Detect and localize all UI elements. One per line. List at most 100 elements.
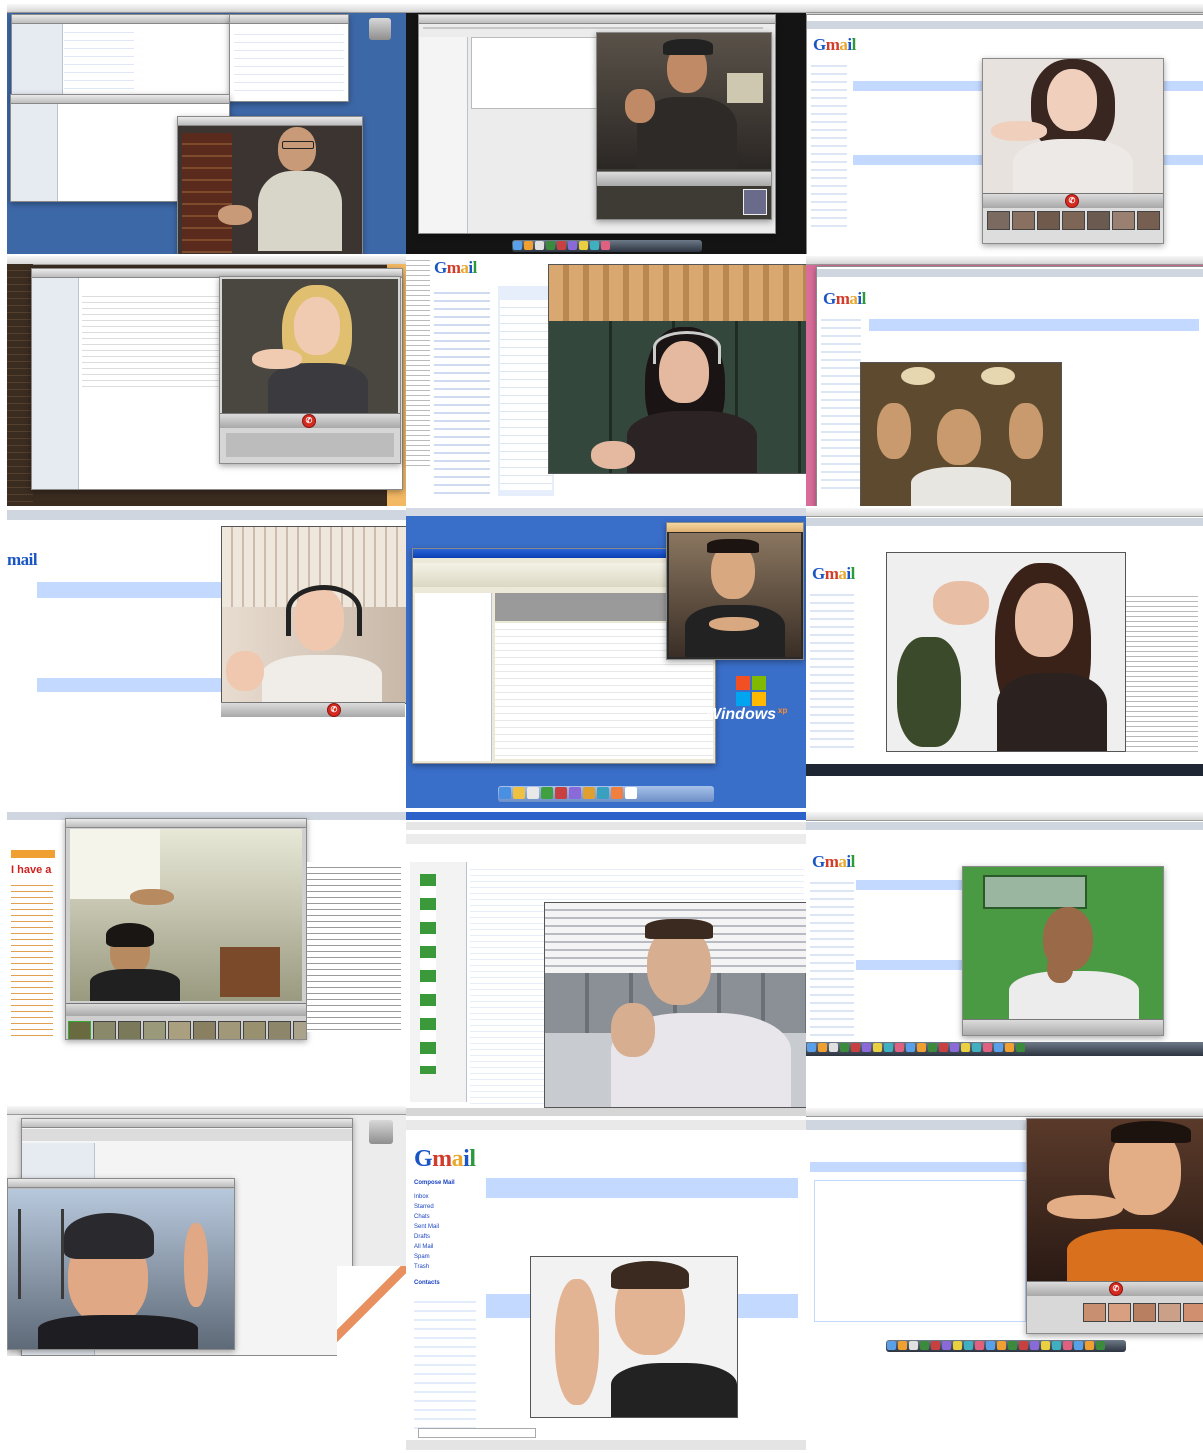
end-call-button[interactable]: ✆ bbox=[1065, 194, 1079, 208]
dock[interactable] bbox=[886, 1340, 1126, 1352]
dock[interactable] bbox=[806, 1042, 1203, 1056]
effects-strip[interactable] bbox=[68, 1021, 306, 1039]
sidebar-item-starred[interactable]: Starred bbox=[414, 1204, 434, 1210]
menubar[interactable] bbox=[7, 4, 406, 13]
window-titlebar[interactable] bbox=[667, 523, 803, 532]
file-list[interactable] bbox=[82, 291, 232, 391]
gmail-logo[interactable]: Gmail bbox=[434, 258, 477, 278]
message-toolbar[interactable] bbox=[37, 582, 227, 598]
video-window[interactable] bbox=[7, 1178, 235, 1350]
gmail-labels[interactable] bbox=[810, 876, 854, 1036]
peace-sign-left bbox=[877, 403, 911, 459]
drive-icon[interactable] bbox=[369, 1120, 393, 1144]
ichat-video-window[interactable] bbox=[596, 32, 772, 220]
tile-9: Gmail bbox=[806, 508, 1203, 776]
menubar[interactable] bbox=[806, 256, 1203, 265]
end-call-button[interactable]: ✆ bbox=[327, 703, 341, 717]
file-list[interactable] bbox=[64, 25, 134, 95]
window-titlebar[interactable] bbox=[178, 117, 362, 126]
finder-sidebar[interactable] bbox=[32, 278, 79, 489]
gmail-logo[interactable]: Gmail bbox=[812, 852, 855, 872]
tile-4: ✆ bbox=[7, 256, 406, 506]
menubar[interactable] bbox=[806, 812, 1203, 821]
message-toolbar-bottom[interactable] bbox=[37, 678, 227, 692]
message-list[interactable] bbox=[500, 300, 552, 490]
video-window[interactable] bbox=[666, 522, 804, 660]
message-toolbar[interactable] bbox=[810, 1162, 1026, 1172]
video-controls[interactable] bbox=[963, 1019, 1163, 1035]
chat-area[interactable] bbox=[226, 433, 394, 457]
browser-titlebar[interactable] bbox=[406, 812, 806, 820]
message-toolbar[interactable] bbox=[869, 319, 1199, 331]
folder-tree[interactable] bbox=[415, 593, 492, 761]
message-toolbar[interactable] bbox=[486, 1178, 798, 1198]
video-feed bbox=[1027, 1119, 1203, 1281]
menubar[interactable] bbox=[806, 4, 1203, 13]
compose-link[interactable]: Compose Mail bbox=[414, 1180, 455, 1186]
sidebar-item-chats[interactable]: Chats bbox=[414, 1214, 430, 1220]
sidebar-item-drafts[interactable]: Drafts bbox=[414, 1234, 430, 1240]
message-list[interactable] bbox=[1124, 592, 1198, 752]
sidebar-item-inbox[interactable]: Inbox bbox=[414, 1194, 429, 1200]
menubar[interactable] bbox=[806, 1108, 1203, 1117]
message-toolbar[interactable] bbox=[856, 880, 966, 890]
video-controls[interactable] bbox=[66, 1003, 306, 1016]
menubar[interactable] bbox=[406, 4, 806, 13]
menubar[interactable] bbox=[7, 256, 406, 265]
drive-icon[interactable] bbox=[369, 18, 391, 40]
video-feed bbox=[222, 279, 398, 413]
effects-strip[interactable] bbox=[987, 211, 1160, 230]
video-window[interactable] bbox=[65, 818, 307, 1040]
video-controls[interactable] bbox=[597, 171, 771, 186]
quick-launch-bar[interactable] bbox=[498, 786, 714, 802]
gmail-labels[interactable] bbox=[810, 588, 854, 748]
ichat-video-window[interactable] bbox=[177, 116, 363, 254]
xp-taskbar-top[interactable] bbox=[406, 508, 806, 516]
left-column-text bbox=[406, 256, 430, 466]
finder-window[interactable] bbox=[11, 14, 233, 96]
sidebar-item-sent[interactable]: Sent Mail bbox=[414, 1224, 439, 1230]
browser-titlebar[interactable] bbox=[406, 1108, 806, 1116]
window-titlebar[interactable] bbox=[22, 1119, 352, 1128]
chat-input[interactable] bbox=[418, 1428, 536, 1438]
gmail-labels[interactable] bbox=[811, 59, 847, 229]
window-titlebar[interactable] bbox=[12, 15, 232, 24]
sidebar-item-contacts[interactable]: Contacts bbox=[414, 1280, 440, 1286]
info-window[interactable] bbox=[229, 14, 349, 102]
window-titlebar[interactable] bbox=[230, 15, 348, 24]
sidebar-item-spam[interactable]: Spam bbox=[414, 1254, 430, 1260]
message-toolbar-bottom[interactable] bbox=[856, 960, 966, 970]
menubar[interactable] bbox=[7, 1106, 406, 1115]
finder-sidebar bbox=[12, 24, 63, 95]
gmail-side-logo[interactable]: mail bbox=[7, 550, 38, 570]
window-titlebar[interactable] bbox=[66, 819, 306, 828]
bookmark-sidebar[interactable] bbox=[410, 862, 467, 1102]
ichat-video-window[interactable]: ✆ bbox=[1026, 1118, 1203, 1334]
gmail-labels[interactable] bbox=[434, 286, 490, 496]
gmail-labels[interactable] bbox=[414, 1294, 476, 1434]
gmail-video-window[interactable]: ✆ bbox=[982, 58, 1164, 244]
gmail-logo[interactable]: Gmail bbox=[812, 564, 855, 584]
effects-strip[interactable] bbox=[1083, 1303, 1203, 1322]
left-list[interactable] bbox=[11, 880, 53, 1040]
end-call-button[interactable]: ✆ bbox=[1109, 1282, 1123, 1296]
right-list[interactable] bbox=[307, 862, 401, 1032]
window-titlebar[interactable] bbox=[8, 1179, 234, 1188]
sidebar-icons[interactable] bbox=[420, 874, 436, 1074]
ichat-video-window[interactable] bbox=[962, 866, 1164, 1036]
gmail-video-window[interactable]: ✆ bbox=[219, 276, 401, 464]
gmail-logo[interactable]: Gmail bbox=[414, 1146, 476, 1173]
window-titlebar[interactable] bbox=[11, 95, 229, 104]
gmail-labels[interactable] bbox=[821, 313, 861, 493]
gmail-logo[interactable]: Gmail bbox=[823, 289, 866, 309]
window-titlebar[interactable] bbox=[419, 15, 775, 24]
sidebar-item-trash[interactable]: Trash bbox=[414, 1264, 429, 1270]
tree-sidebar[interactable] bbox=[419, 37, 468, 233]
sidebar-item-all-mail[interactable]: All Mail bbox=[414, 1244, 433, 1250]
gmail-logo[interactable]: Gmail bbox=[813, 35, 856, 55]
taskbar[interactable] bbox=[806, 764, 1203, 776]
dock[interactable] bbox=[512, 240, 702, 252]
menubar[interactable] bbox=[806, 508, 1203, 517]
end-call-button[interactable]: ✆ bbox=[302, 414, 316, 428]
video-controls[interactable] bbox=[221, 702, 405, 717]
